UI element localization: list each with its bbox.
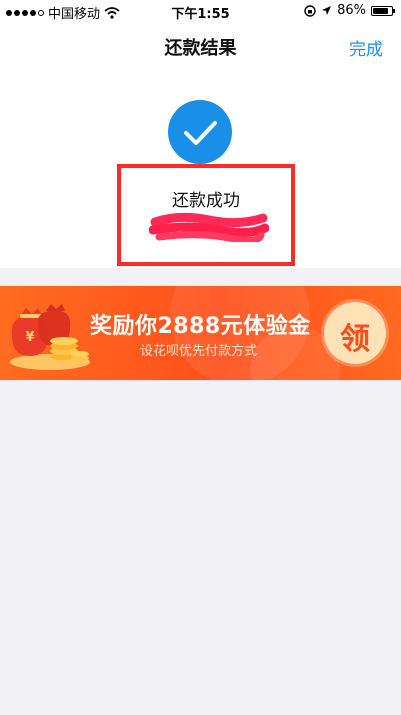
redacted-amount-scribble xyxy=(149,212,269,242)
battery-percent: 86% xyxy=(337,3,366,18)
money-bag-coins-icon: ¥ xyxy=(10,304,90,370)
svg-text:¥: ¥ xyxy=(25,330,34,345)
status-bar: 中国移动 下午1:55 86% xyxy=(0,0,401,22)
battery-level-fill xyxy=(373,7,389,14)
promo-banner[interactable]: ¥ 奖励你2888元体验金 设花呗优先付款方式 领 xyxy=(0,286,401,380)
claim-label: 领 xyxy=(340,322,370,357)
success-check-icon xyxy=(168,100,232,164)
status-right: 86% xyxy=(304,3,395,18)
location-arrow-icon xyxy=(322,6,332,15)
banner-title: 奖励你2888元体验金 xyxy=(90,314,311,339)
nav-bar: 还款结果 完成 xyxy=(0,22,401,66)
orientation-lock-icon xyxy=(304,4,316,17)
repayment-status-text: 还款成功 xyxy=(172,191,240,211)
done-button[interactable]: 完成 xyxy=(349,35,383,60)
page-title: 还款结果 xyxy=(164,38,237,59)
banner-subtitle: 设花呗优先付款方式 xyxy=(140,344,258,359)
battery-icon xyxy=(371,5,395,16)
highlight-box: 还款成功 xyxy=(117,164,295,266)
claim-button[interactable]: 领 xyxy=(324,302,386,364)
